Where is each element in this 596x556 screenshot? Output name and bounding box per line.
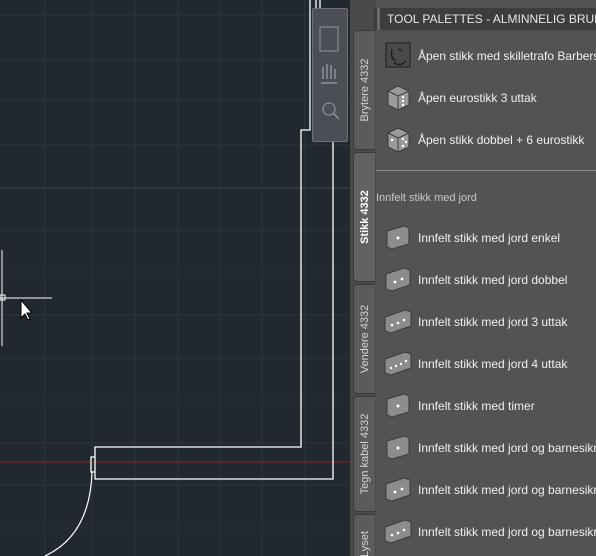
tab-label: Brytere 4332 [358, 58, 371, 122]
tab-strip: Brytere 4332 Stikk 4332 Vendere 4332 Teg… [350, 0, 376, 556]
tool-double-euro-socket[interactable]: Åpen stikk dobbel + 6 eurostikk [376, 120, 596, 160]
nav-tools-icons[interactable] [313, 9, 349, 143]
socket-childsafe-triple-icon [384, 519, 412, 544]
tool-socket-timer[interactable]: Innfelt stikk med timer [376, 386, 596, 426]
drawing-canvas[interactable] [0, 0, 350, 556]
tab-brytere[interactable]: Brytere 4332 [353, 30, 375, 150]
tool-socket-double[interactable]: Innfelt stikk med jord dobbel [376, 260, 596, 300]
tab-lyset[interactable]: Lyset [353, 514, 375, 556]
section-header: Innfelt stikk med jord [376, 192, 477, 204]
tool-socket-childsafe[interactable]: Innfelt stikk med jord og barnesikring [376, 428, 596, 468]
shaver-socket-icon [385, 42, 411, 68]
tool-shaver-socket[interactable]: Åpen stikk med skilletrafo Barberstikk [376, 36, 596, 76]
navigation-bar[interactable] [312, 8, 348, 142]
palette-title: TOOL PALETTES - ALMINNELIG BRUK [387, 12, 596, 26]
socket-childsafe-icon [386, 435, 410, 460]
crosshair-cursor [0, 250, 52, 346]
tool-palette: Brytere 4332 Stikk 4332 Vendere 4332 Teg… [350, 0, 596, 556]
socket-triple-icon [384, 309, 412, 334]
tool-socket-childsafe-double[interactable]: Innfelt stikk med jord og barnesikring d… [376, 470, 596, 510]
tab-stikk[interactable]: Stikk 4332 [353, 152, 375, 282]
tool-label: Åpen eurostikk 3 uttak [418, 91, 537, 105]
tool-label: Innfelt stikk med timer [418, 399, 535, 413]
title-grip[interactable] [377, 8, 380, 30]
wall-outline [90, 0, 334, 480]
tool-socket-quad[interactable]: Innfelt stikk med jord 4 uttak [376, 344, 596, 384]
socket-childsafe-double-icon [385, 477, 411, 502]
double-euro-socket-icon [387, 127, 410, 153]
socket-timer-icon [386, 393, 410, 418]
tab-vendere[interactable]: Vendere 4332 [353, 284, 375, 394]
tool-euro-socket-3[interactable]: Åpen eurostikk 3 uttak [376, 78, 596, 118]
tool-label: Innfelt stikk med jord og barnesikring d… [418, 483, 596, 497]
tool-label: Innfelt stikk med jord 3 uttak [418, 315, 568, 329]
palette-title-bar[interactable]: TOOL PALETTES - ALMINNELIG BRUK [374, 8, 596, 30]
tool-label: Innfelt stikk med jord og barnesikring [418, 441, 596, 455]
mouse-pointer-icon [20, 298, 34, 321]
tool-socket-childsafe-triple[interactable]: Innfelt stikk med jord og barnesikring 3… [376, 512, 596, 552]
tool-socket-single[interactable]: Innfelt stikk med jord enkel [376, 218, 596, 258]
drawing-svg[interactable] [0, 0, 350, 556]
section-divider [376, 170, 596, 171]
tool-label: Åpen stikk med skilletrafo Barberstikk [418, 49, 596, 63]
euro-socket-3-icon [387, 85, 410, 111]
socket-single-icon [386, 225, 410, 250]
tool-label: Innfelt stikk med jord dobbel [418, 273, 568, 287]
tool-label: Åpen stikk dobbel + 6 eurostikk [418, 133, 585, 147]
socket-quad-icon [384, 351, 412, 376]
tool-label: Innfelt stikk med jord enkel [418, 231, 561, 245]
tool-socket-triple[interactable]: Innfelt stikk med jord 3 uttak [376, 302, 596, 342]
tool-label: Innfelt stikk med jord og barnesikring 3… [418, 525, 596, 539]
tool-label: Innfelt stikk med jord 4 uttak [418, 357, 568, 371]
tab-label: Lyset [358, 531, 371, 556]
socket-double-icon [385, 267, 411, 292]
tab-tegn-kabel[interactable]: Tegn kabel 4332 [353, 396, 375, 512]
grid-lines [0, 0, 350, 556]
tab-label: Tegn kabel 4332 [358, 413, 371, 495]
tab-label: Vendere 4332 [358, 304, 371, 374]
tab-label: Stikk 4332 [358, 190, 371, 244]
